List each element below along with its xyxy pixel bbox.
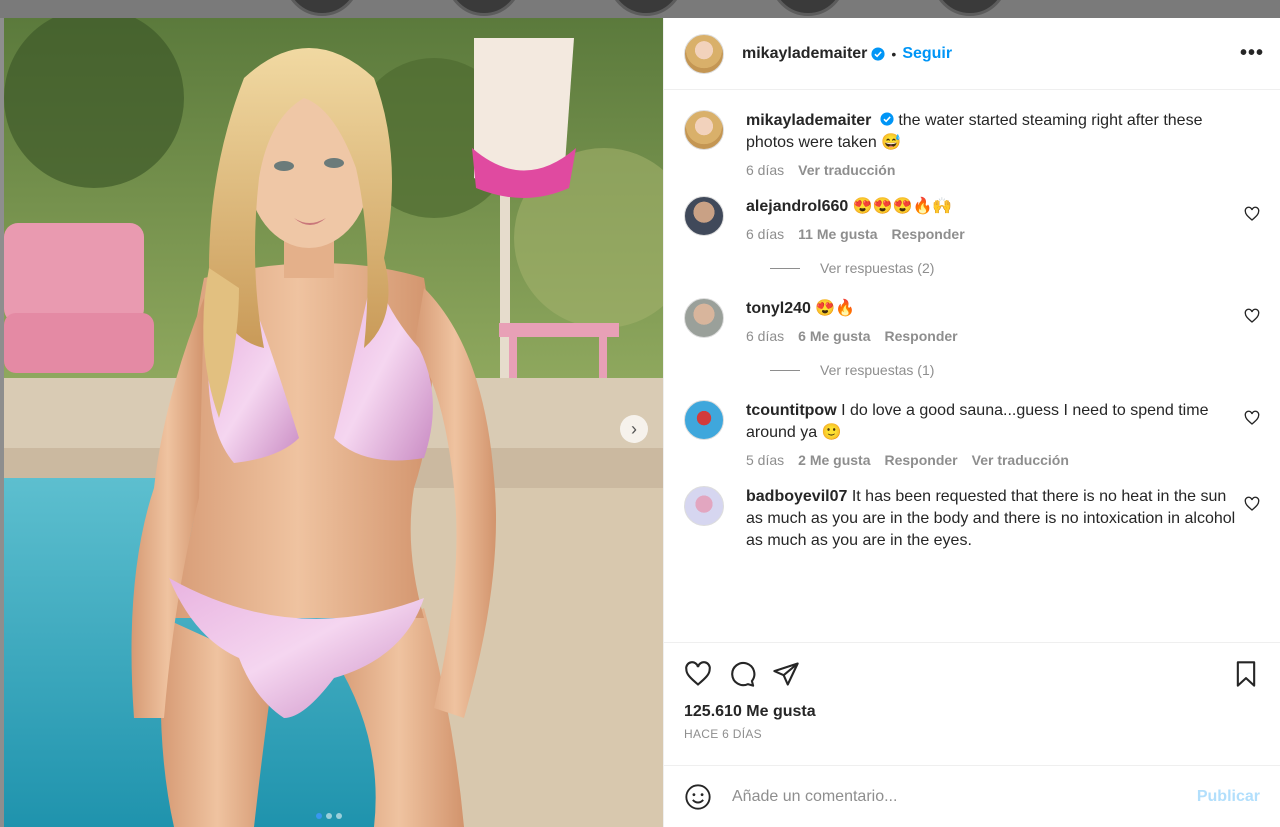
translate-button[interactable]: Ver traducción: [972, 452, 1069, 468]
author-username[interactable]: mikaylademaiter: [742, 45, 867, 63]
separator-dot: •: [891, 45, 897, 62]
post-time: HACE 6 DÍAS: [684, 727, 762, 741]
carousel-next-button[interactable]: ›: [620, 415, 648, 443]
post-photo-illustration: [4, 18, 663, 827]
carousel-dot: [336, 813, 342, 819]
commenter-avatar[interactable]: [684, 298, 724, 338]
story-avatar[interactable]: [932, 0, 1008, 16]
action-icons: [684, 659, 1260, 689]
post-actions: 125.610 Me gusta HACE 6 DÍAS: [664, 642, 1280, 749]
more-horizontal-icon[interactable]: •••: [1240, 42, 1264, 65]
comment-input[interactable]: [732, 787, 1197, 806]
comment-item: alejandrol660 😍😍😍🔥🙌 6 días 11 Me gusta R…: [684, 196, 1260, 242]
publish-button[interactable]: Publicar: [1197, 788, 1260, 806]
comment-item: tcountitpow I do love a good sauna...gue…: [684, 400, 1260, 468]
caption-username[interactable]: mikaylademaiter: [746, 112, 871, 129]
comment-like-heart-icon[interactable]: [1244, 308, 1260, 324]
carousel-dot: [316, 813, 322, 819]
comment-likes[interactable]: 11 Me gusta: [798, 226, 877, 242]
author-avatar[interactable]: [684, 110, 724, 150]
commenter-avatar[interactable]: [684, 400, 724, 440]
commenter-avatar[interactable]: [684, 486, 724, 526]
commenter-avatar[interactable]: [684, 196, 724, 236]
share-send-icon[interactable]: [772, 660, 800, 688]
comment-text: 😍😍😍🔥🙌: [852, 198, 953, 215]
post-photo[interactable]: ›: [4, 18, 663, 827]
emoji-smiley-icon[interactable]: [684, 783, 712, 811]
story-avatar[interactable]: [446, 0, 522, 16]
translate-button[interactable]: Ver traducción: [798, 162, 895, 178]
comment-item: badboyevil07 It has been requested that …: [684, 486, 1260, 552]
carousel-dot: [326, 813, 332, 819]
comment-age[interactable]: 6 días: [746, 226, 784, 242]
comment-like-heart-icon[interactable]: [1244, 496, 1260, 512]
post-modal: › mikaylademaiter • Seguir ••• mikaylade…: [4, 18, 1280, 827]
view-replies-label: Ver respuestas (1): [820, 362, 935, 378]
post-header: mikaylademaiter • Seguir •••: [664, 18, 1280, 90]
post-caption: mikaylademaiter the water started steami…: [684, 110, 1260, 178]
comment-username[interactable]: tcountitpow: [746, 402, 837, 419]
comment-like-heart-icon[interactable]: [1244, 410, 1260, 426]
replies-line: [770, 267, 800, 269]
verified-badge-icon: [871, 46, 885, 61]
view-replies-button[interactable]: Ver respuestas (2): [770, 260, 1260, 276]
comment-text: 😍🔥: [815, 300, 856, 317]
reply-button[interactable]: Responder: [885, 452, 958, 468]
comment-age[interactable]: 5 días: [746, 452, 784, 468]
carousel-dots: [316, 813, 342, 819]
bookmark-save-icon[interactable]: [1232, 660, 1260, 688]
reply-button[interactable]: Responder: [885, 328, 958, 344]
comment-username[interactable]: tonyl240: [746, 300, 811, 317]
comment-username[interactable]: badboyevil07: [746, 488, 847, 505]
caption-age[interactable]: 6 días: [746, 162, 784, 178]
story-avatar[interactable]: [608, 0, 684, 16]
comment-username[interactable]: alejandrol660: [746, 198, 848, 215]
author-avatar[interactable]: [684, 33, 724, 74]
stories-strip: [0, 0, 1280, 18]
story-avatar[interactable]: [770, 0, 846, 16]
chevron-right-icon: ›: [631, 418, 637, 439]
view-replies-button[interactable]: Ver respuestas (1): [770, 362, 1260, 378]
comment-likes[interactable]: 2 Me gusta: [798, 452, 870, 468]
reply-button[interactable]: Responder: [892, 226, 965, 242]
replies-line: [770, 369, 800, 371]
comments-list: mikaylademaiter the water started steami…: [664, 90, 1280, 642]
follow-button[interactable]: Seguir: [902, 45, 952, 63]
comment-item: tonyl240 😍🔥 6 días 6 Me gusta Responder: [684, 298, 1260, 344]
like-heart-icon[interactable]: [684, 660, 712, 688]
comment-likes[interactable]: 6 Me gusta: [798, 328, 870, 344]
view-replies-label: Ver respuestas (2): [820, 260, 935, 276]
story-avatar[interactable]: [284, 0, 360, 16]
add-comment-bar: Publicar: [664, 765, 1280, 827]
comment-age[interactable]: 6 días: [746, 328, 784, 344]
likes-count[interactable]: 125.610 Me gusta: [684, 703, 1260, 721]
comment-like-heart-icon[interactable]: [1244, 206, 1260, 222]
post-side-panel: mikaylademaiter • Seguir ••• mikayladema…: [663, 18, 1280, 827]
verified-badge-icon: [880, 112, 894, 126]
comment-bubble-icon[interactable]: [728, 660, 756, 688]
